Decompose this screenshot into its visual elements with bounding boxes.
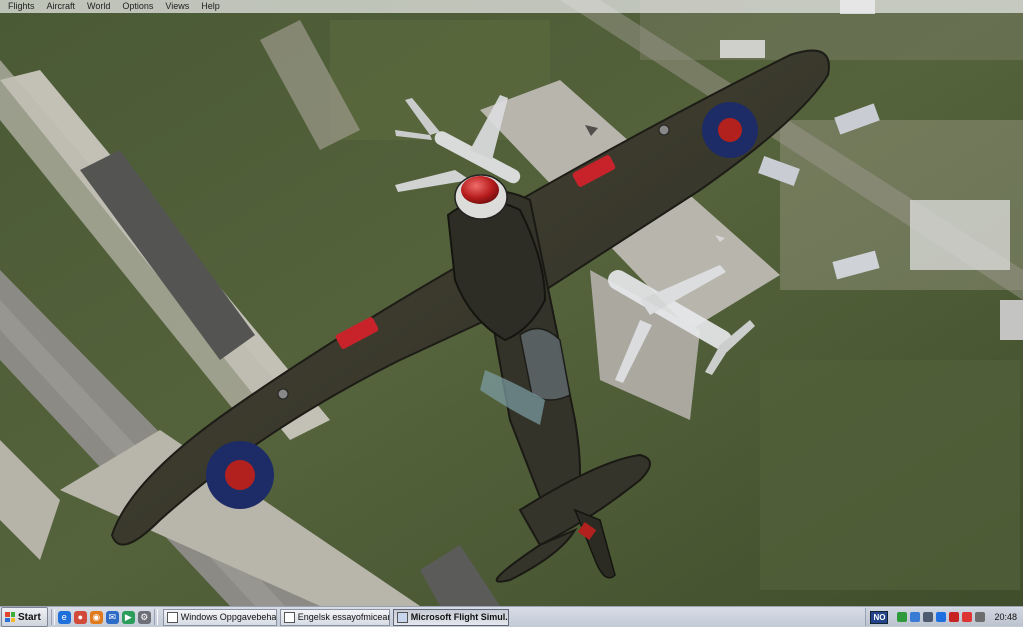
flight-sim-icon [396, 611, 408, 623]
taskbar: Start e●◉✉▶⚙ Windows Oppgavebehan... Eng… [0, 606, 1023, 627]
roundel-left-wing [206, 441, 274, 509]
task-button-flight-simulator[interactable]: Microsoft Flight Simul... [392, 608, 509, 626]
start-label: Start [18, 611, 41, 623]
building [910, 200, 1010, 270]
menu-flights[interactable]: Flights [0, 0, 41, 13]
building [720, 40, 765, 58]
chat-icon[interactable] [962, 612, 973, 622]
window-icon [166, 611, 178, 623]
document-icon [283, 611, 295, 623]
settings-icon[interactable]: ⚙ [137, 610, 151, 624]
field-patch [760, 360, 1020, 590]
building [1000, 300, 1023, 340]
network-icon[interactable] [897, 612, 908, 622]
task-button-essay[interactable]: Engelsk essayofmiceand... [279, 608, 390, 626]
propeller-spinner [461, 176, 499, 204]
flight-sim-viewport[interactable] [0, 0, 1023, 606]
ie-icon[interactable]: e [57, 610, 71, 624]
menu-bar: Flights Aircraft World Options Views Hel… [0, 0, 1023, 13]
chrome-icon[interactable]: ● [73, 610, 87, 624]
antivirus-icon[interactable] [949, 612, 960, 622]
media-player-icon[interactable]: ▶ [121, 610, 135, 624]
outlook-icon[interactable]: ✉ [105, 610, 119, 624]
tray-icons [897, 612, 986, 622]
volume-icon[interactable] [923, 612, 934, 622]
taskbar-separator [153, 609, 158, 625]
firefox-icon[interactable]: ◉ [89, 610, 103, 624]
task-label: Microsoft Flight Simul... [410, 612, 509, 622]
clock[interactable]: 20:48 [994, 612, 1017, 622]
clock-settings-icon[interactable] [975, 612, 986, 622]
windows-logo-icon [5, 612, 15, 622]
start-button[interactable]: Start [1, 607, 48, 627]
system-tray: NO 20:48 [865, 608, 1023, 626]
task-button-task-manager[interactable]: Windows Oppgavebehan... [162, 608, 277, 626]
menu-help[interactable]: Help [195, 0, 226, 13]
menu-world[interactable]: World [81, 0, 116, 13]
update-icon[interactable] [936, 612, 947, 622]
security-icon[interactable] [910, 612, 921, 622]
task-label: Windows Oppgavebehan... [180, 612, 277, 622]
menu-options[interactable]: Options [116, 0, 159, 13]
quick-launch: e ● ◉ ✉ ▶ ⚙ [57, 610, 151, 624]
task-label: Engelsk essayofmiceand... [297, 612, 389, 622]
roundel-right-wing [702, 102, 758, 158]
menu-aircraft[interactable]: Aircraft [41, 0, 82, 13]
language-indicator[interactable]: NO [870, 610, 889, 624]
taskbar-separator [50, 609, 55, 625]
menu-views[interactable]: Views [159, 0, 195, 13]
